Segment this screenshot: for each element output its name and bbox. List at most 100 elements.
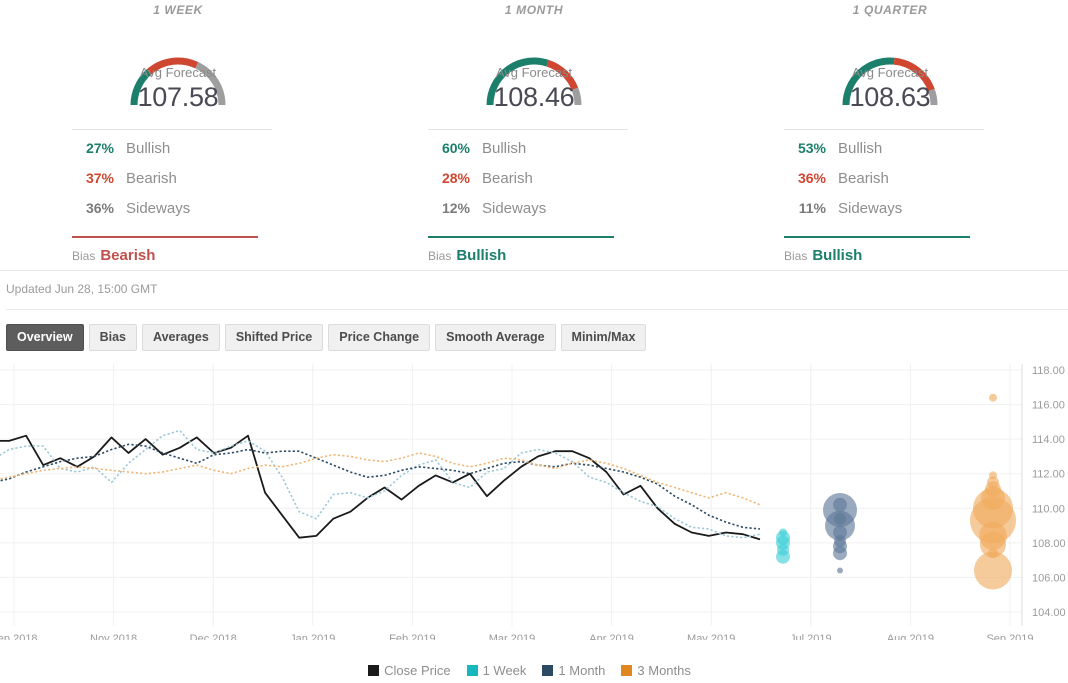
bearish-label: Bearish <box>482 170 533 187</box>
x-axis-tick-label: Jul 2019 <box>790 633 832 640</box>
gauge-arc-svg <box>88 17 268 113</box>
y-axis-tick-label: 114.00 <box>1032 434 1065 446</box>
bias-label: Bias <box>784 249 807 263</box>
chart-tabbar: Overview Bias Averages Shifted Price Pri… <box>0 310 1068 351</box>
gauge-segment-gray <box>197 65 222 105</box>
tab-shifted-price[interactable]: Shifted Price <box>225 324 323 351</box>
y-axis-tick-label: 108.00 <box>1032 538 1066 550</box>
stat-row-bullish: 27% Bullish <box>72 140 272 170</box>
stat-row-sideways: 36% Sideways <box>72 200 272 230</box>
forecast-chart[interactable]: 104.00 106.00 108.00 110.00 112.00 114.00 116.… <box>0 362 1068 662</box>
tab-averages[interactable]: Averages <box>142 324 220 351</box>
sideways-percent: 11% <box>784 200 826 216</box>
sideways-percent: 12% <box>428 200 470 216</box>
bias-rule <box>428 236 614 238</box>
y-axis-tick-label: 116.00 <box>1032 400 1065 412</box>
updated-timestamp: Updated Jun 28, 15:00 GMT <box>0 271 1068 309</box>
chart-bubble-3-months[interactable] <box>989 394 997 402</box>
gauge-segment-gray <box>575 89 578 105</box>
gauge-1-month: Avg Forecast 108.46 <box>356 17 712 113</box>
stat-row-bullish: 60% Bullish <box>428 140 628 170</box>
legend-label-1-week: 1 Week <box>483 663 527 678</box>
bullish-label: Bullish <box>482 140 526 157</box>
gauge-segment-green <box>134 72 149 105</box>
x-axis-tick-label: Nov 2018 <box>90 633 137 640</box>
tab-bias[interactable]: Bias <box>89 324 137 351</box>
x-axis-tick-label: Sep 2018 <box>0 633 38 640</box>
y-axis-tick-label: 110.00 <box>1032 503 1065 515</box>
x-axis-tick-label: Feb 2019 <box>389 633 435 640</box>
sideways-label: Sideways <box>126 200 190 217</box>
x-axis-tick-label: Apr 2019 <box>589 633 634 640</box>
bearish-percent: 37% <box>72 170 114 186</box>
bullish-label: Bullish <box>126 140 170 157</box>
gauge-segment-red <box>548 63 575 89</box>
bearish-percent: 36% <box>784 170 826 186</box>
chart-bubble-1-month[interactable] <box>833 546 847 560</box>
stat-row-bearish: 36% Bearish <box>784 170 984 200</box>
bias-rule <box>72 236 258 238</box>
bullish-percent: 53% <box>784 140 826 156</box>
gauge-segment-red <box>894 61 931 90</box>
sentiment-stats: 53% Bullish 36% Bearish 11% Sideways Bia… <box>784 129 984 264</box>
bullish-percent: 60% <box>428 140 470 156</box>
y-axis-tick-label: 112.00 <box>1032 469 1065 481</box>
chart-bubble-1-month[interactable] <box>837 568 843 574</box>
legend-item-close-price[interactable]: Close Price <box>368 663 450 678</box>
bias-rule <box>784 236 970 238</box>
tab-minim-max[interactable]: Minim/Max <box>561 324 647 351</box>
tab-smooth-average[interactable]: Smooth Average <box>435 324 555 351</box>
legend-item-3-months[interactable]: 3 Months <box>621 663 690 678</box>
tab-price-change[interactable]: Price Change <box>328 324 430 351</box>
forecast-panel-1-quarter: 1 QUARTER Avg Forecast 108.63 53% Bullis… <box>712 0 1068 270</box>
gauge-segment-green <box>846 61 894 105</box>
forecast-panel-1-week: 1 WEEK Avg Forecast 107.58 27% Bullish 3… <box>0 0 356 270</box>
legend-label-3-months: 3 Months <box>637 663 690 678</box>
forecast-panel-1-month: 1 MONTH Avg Forecast 108.46 60% Bullish … <box>356 0 712 270</box>
legend-item-1-month[interactable]: 1 Month <box>542 663 605 678</box>
gauge-arc-svg <box>444 17 624 113</box>
stat-row-sideways: 12% Sideways <box>428 200 628 230</box>
panel-title: 1 WEEK <box>0 0 356 17</box>
y-axis-tick-label: 104.00 <box>1032 607 1066 619</box>
gauge-arc-svg <box>800 17 980 113</box>
bias-row: Bias Bullish <box>784 247 984 264</box>
bearish-label: Bearish <box>126 170 177 187</box>
stat-row-sideways: 11% Sideways <box>784 200 984 230</box>
sideways-label: Sideways <box>838 200 902 217</box>
gauge-1-quarter: Avg Forecast 108.63 <box>712 17 1068 113</box>
bias-row: BiasBullish <box>428 247 628 264</box>
y-axis-tick-label: 106.00 <box>1032 572 1066 584</box>
stat-row-bullish: 53% Bullish <box>784 140 984 170</box>
legend-swatch-1-week <box>467 665 478 676</box>
bullish-percent: 27% <box>72 140 114 156</box>
y-axis-tick-label: 118.00 <box>1032 365 1065 377</box>
chart-bubble-1-week[interactable] <box>776 550 790 564</box>
sideways-percent: 36% <box>72 200 114 216</box>
gauge-segment-green <box>490 61 548 105</box>
bias-label: Bias <box>428 249 451 263</box>
legend-label-close-price: Close Price <box>384 663 450 678</box>
x-axis-tick-label: Aug 2019 <box>887 633 934 640</box>
chart-legend: Close Price 1 Week 1 Month 3 Months <box>0 663 1068 678</box>
x-axis-tick-label: Sep 2019 <box>986 633 1033 640</box>
gauge-segment-gray <box>931 90 934 105</box>
stat-row-bearish: 28% Bearish <box>428 170 628 200</box>
x-axis-tick-label: Jan 2019 <box>290 633 335 640</box>
gauge-segment-red <box>149 61 197 72</box>
stat-row-bearish: 37% Bearish <box>72 170 272 200</box>
tab-overview[interactable]: Overview <box>6 324 84 351</box>
bias-label: Bias <box>72 249 95 263</box>
gauge-1-week: Avg Forecast 107.58 <box>0 17 356 113</box>
sideways-label: Sideways <box>482 200 546 217</box>
panel-title: 1 MONTH <box>356 0 712 17</box>
legend-item-1-week[interactable]: 1 Week <box>467 663 527 678</box>
chart-bubble-3-months[interactable] <box>974 552 1012 590</box>
legend-swatch-close-price <box>368 665 379 676</box>
bias-value: Bullish <box>812 247 862 264</box>
bearish-percent: 28% <box>428 170 470 186</box>
forecast-panels: 1 WEEK Avg Forecast 107.58 27% Bullish 3… <box>0 0 1068 270</box>
chart-svg[interactable]: 104.00 106.00 108.00 110.00 112.00 114.00 116.… <box>0 362 1068 640</box>
legend-swatch-1-month <box>542 665 553 676</box>
bias-row: BiasBearish <box>72 247 272 264</box>
